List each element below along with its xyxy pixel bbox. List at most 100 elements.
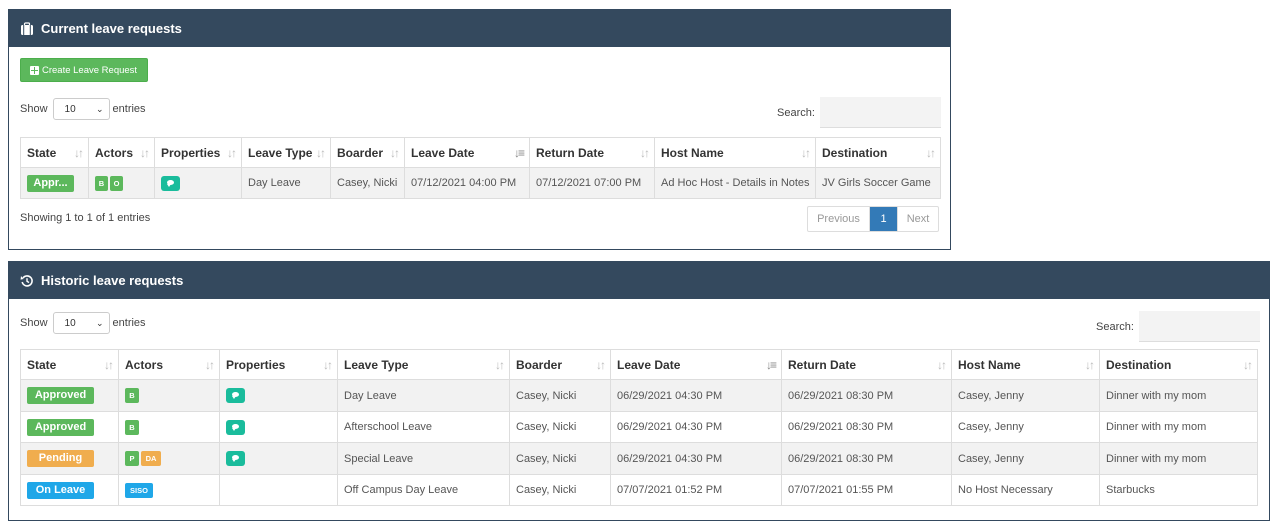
return-date-cell: 06/29/2021 08:30 PM [781,442,952,475]
leave-date-cell: 06/29/2021 04:30 PM [610,379,782,412]
search-input[interactable] [819,97,941,128]
plus-square-icon [30,65,39,75]
boarder-cell: Casey, Nicki [509,442,611,475]
boarder-cell: Casey, Nicki [509,411,611,443]
table-row[interactable]: Pending P DA Special Leave Casey, Nicki 0… [20,442,1258,475]
col-state[interactable]: State ↓↑ [20,137,89,168]
leave-date-cell: 07/12/2021 04:00 PM [404,167,530,199]
comment-icon[interactable] [226,451,245,466]
destination-cell: Starbucks [1099,474,1258,506]
actor-badge: B [125,419,139,435]
search-control: Search: [1096,311,1260,342]
page-1-button[interactable]: 1 [870,207,897,231]
chevron-down-icon: ⌄ [95,103,104,114]
entries-select[interactable]: 10 ⌄ [52,98,110,120]
comment-icon[interactable] [161,175,180,191]
leave-type-cell: Day Leave [241,167,331,199]
leave-type-cell: Special Leave [337,442,510,475]
boarder-cell: Casey, Nicki [509,474,611,506]
previous-page-button[interactable]: Previous [808,207,870,231]
col-actors[interactable]: Actors ↓↑ [118,349,220,380]
col-destination[interactable]: Destination ↓↑ [815,137,941,168]
create-leave-request-button[interactable]: Create Leave Request [20,58,149,82]
col-host-name[interactable]: Host Name ↓↑ [951,349,1100,380]
return-date-cell: 06/29/2021 08:30 PM [781,411,952,443]
historic-leave-panel: Historic leave requests Show 10 ⌄ entrie… [8,261,1270,521]
destination-cell: JV Girls Soccer Game [815,167,941,199]
col-leave-type[interactable]: Leave Type ↓↑ [337,349,510,380]
current-leave-header: Current leave requests [9,10,950,47]
table-info: Showing 1 to 1 of 1 entries [20,212,151,224]
entries-length-control: Show 10 ⌄ entries [20,312,146,334]
actor-badge: DA [141,451,161,466]
return-date-cell: 06/29/2021 08:30 PM [781,379,952,412]
entries-select[interactable]: 10 ⌄ [52,312,110,334]
actor-badge: B [95,175,108,191]
show-label: Show [20,317,48,329]
entries-label: entries [112,317,146,329]
current-leave-panel: Current leave requests Create Leave Requ… [8,9,951,250]
host-name-cell: Ad Hoc Host - Details in Notes [654,167,816,199]
status-badge[interactable]: On Leave [27,481,94,499]
properties-cell [219,474,338,506]
actor-badge: O [110,175,123,191]
entries-select-value: 10 [64,103,76,115]
create-leave-request-label: Create Leave Request [42,64,138,76]
host-name-cell: Casey, Jenny [951,379,1100,412]
panel-title: Current leave requests [41,21,182,36]
suitcase-icon [21,21,33,35]
table-row[interactable]: Appr... BO Day Leave Casey, Nicki 07/12/… [20,167,941,199]
col-boarder[interactable]: Boarder ↓↑ [330,137,405,168]
col-state[interactable]: State ↓↑ [20,349,119,380]
leave-type-cell: Off Campus Day Leave [337,474,510,506]
status-badge[interactable]: Pending [27,450,94,467]
col-properties[interactable]: Properties ↓↑ [154,137,242,168]
boarder-cell: Casey, Nicki [330,167,405,199]
host-name-cell: Casey, Jenny [951,411,1100,443]
host-name-cell: Casey, Jenny [951,442,1100,475]
boarder-cell: Casey, Nicki [509,379,611,412]
historic-leave-header: Historic leave requests [9,262,1269,299]
return-date-cell: 07/12/2021 07:00 PM [529,167,655,199]
panel-title: Historic leave requests [41,273,184,288]
actor-badge: SISO [125,482,153,498]
leave-type-cell: Day Leave [337,379,510,412]
search-control: Search: [777,97,941,128]
actor-badge: P [125,451,139,466]
current-leave-table: State ↓↑ Actors ↓↑ Properties ↓↑ Leave Type… [20,137,941,199]
col-boarder[interactable]: Boarder ↓↑ [509,349,611,380]
col-destination[interactable]: Destination ↓↑ [1099,349,1258,380]
history-icon [20,274,33,287]
table-row[interactable]: Approved B Afterschool Leave Casey, Nick… [20,411,1258,443]
comment-icon[interactable] [226,388,245,403]
col-actors[interactable]: Actors ↓↑ [88,137,155,168]
table-row[interactable]: On Leave SISO Off Campus Day Leave Casey… [20,474,1258,506]
col-leave-type[interactable]: Leave Type ↓↑ [241,137,331,168]
show-label: Show [20,103,48,115]
status-badge[interactable]: Appr... [27,174,74,192]
host-name-cell: No Host Necessary [951,474,1100,506]
col-return-date[interactable]: Return Date ↓↑ [529,137,655,168]
col-leave-date[interactable]: Leave Date ↓≡ [610,349,782,380]
status-badge[interactable]: Approved [27,387,94,404]
pagination: Previous 1 Next [807,206,939,232]
col-host-name[interactable]: Host Name ↓↑ [654,137,816,168]
actor-badge: B [125,388,139,403]
search-input[interactable] [1138,311,1260,342]
chevron-down-icon: ⌄ [95,317,104,328]
col-return-date[interactable]: Return Date ↓↑ [781,349,952,380]
destination-cell: Dinner with my mom [1099,442,1258,475]
search-label: Search: [777,106,815,119]
historic-leave-table: State ↓↑ Actors ↓↑ Properties ↓↑ Leave Type… [20,349,1258,506]
comment-icon[interactable] [226,419,245,435]
col-properties[interactable]: Properties ↓↑ [219,349,338,380]
leave-date-cell: 06/29/2021 04:30 PM [610,411,782,443]
next-page-button[interactable]: Next [897,207,938,231]
table-row[interactable]: Approved B Day Leave Casey, Nicki 06/29/… [20,379,1258,412]
leave-date-cell: 07/07/2021 01:52 PM [610,474,782,506]
leave-date-cell: 06/29/2021 04:30 PM [610,442,782,475]
entries-label: entries [112,103,146,115]
status-badge[interactable]: Approved [27,418,94,436]
col-leave-date[interactable]: Leave Date ↓≡ [404,137,530,168]
search-label: Search: [1096,320,1134,333]
